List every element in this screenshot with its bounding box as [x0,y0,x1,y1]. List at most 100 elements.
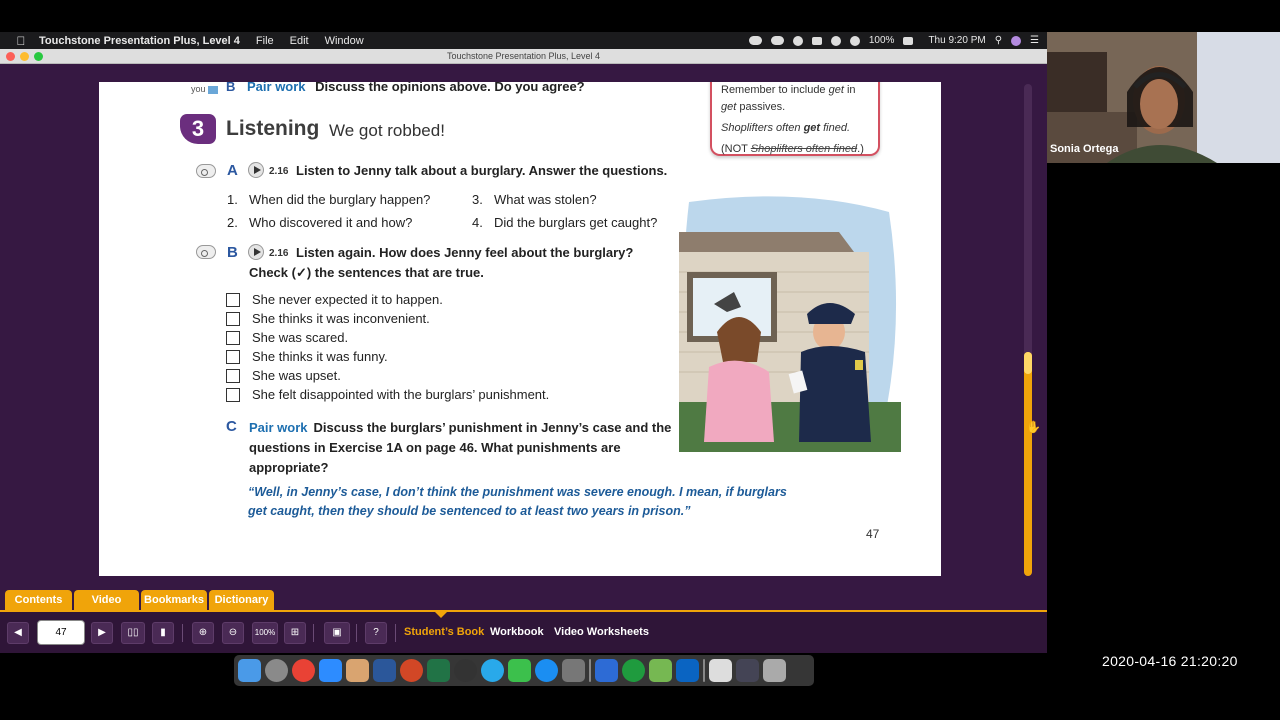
status-area: 100% Thu 9:20 PM ⚲ ☰ [748,32,1039,49]
skype-icon[interactable] [454,659,477,682]
launchpad-icon[interactable] [265,659,288,682]
screen:  Touchstone Presentation Plus, Level 4 … [0,0,1280,720]
cloud-icon[interactable] [748,36,762,45]
pair-work-label: Pair work [247,82,306,94]
question: 2. Who discovered it and how? [227,215,413,230]
recording-icon[interactable] [792,35,803,46]
tab-bookmarks[interactable]: Bookmarks [141,590,207,610]
window-controls [6,52,43,61]
bookmark-icon[interactable]: ▮ [152,622,174,644]
checkbox[interactable] [226,330,240,345]
separator [703,659,705,682]
notification-center-icon[interactable]: ☰ [1030,35,1039,46]
fit-page-icon[interactable]: ⊞ [284,622,306,644]
finder-icon[interactable] [238,659,261,682]
menu-file[interactable]: File [256,35,274,47]
next-page-button[interactable]: ▶ [91,622,113,644]
documents-icon[interactable] [709,659,732,682]
battery-icon[interactable] [903,36,914,45]
play-audio-icon[interactable] [248,162,264,178]
app-store-icon[interactable] [535,659,558,682]
page-number: 47 [866,527,880,541]
powerpoint-icon[interactable] [400,659,423,682]
checkbox-item[interactable]: She never expected it to happen. [226,292,443,307]
recording-timestamp: 2020-04-16 21:20:20 [1102,653,1238,669]
siri-icon[interactable] [1011,35,1022,46]
spotlight-icon[interactable]: ⚲ [995,35,1002,46]
two-page-view-icon[interactable]: ▯▯ [121,622,145,644]
minimize-window-icon[interactable] [20,52,29,61]
zoom-in-icon[interactable]: ⊕ [192,622,214,644]
page-number-input[interactable]: 47 [37,620,85,645]
menu-window[interactable]: Window [325,35,364,47]
tab-video[interactable]: Video [74,590,139,610]
zoom-level-button[interactable]: 100% [252,622,278,644]
scrollbar-handle[interactable] [1024,352,1032,374]
trash-icon[interactable] [763,659,786,682]
downloads-icon[interactable] [736,659,759,682]
prev-page-button[interactable]: ◀ [7,622,29,644]
checkbox[interactable] [226,292,240,307]
answer-key-icon[interactable] [196,164,216,178]
menu-edit[interactable]: Edit [290,35,309,47]
book-page: you B Pair work Discuss the opinions abo… [99,82,941,576]
example-quote: “Well, in Jenny’s case, I don’t think th… [248,485,787,518]
pair-work-b: B Pair work Discuss the opinions above. … [226,82,585,94]
creative-cloud-icon[interactable] [770,36,784,45]
checkbox[interactable] [226,311,240,326]
checkbox-item[interactable]: She was upset. [226,368,341,383]
apple-icon[interactable]:  [14,34,28,48]
zoom-window-icon[interactable] [34,52,43,61]
toolbox-icon[interactable]: ▣ [324,622,350,644]
checkbox[interactable] [226,387,240,402]
chrome-icon[interactable] [292,659,315,682]
time-machine-icon[interactable] [830,35,841,46]
menubar-clock[interactable]: Thu 9:20 PM [928,35,985,46]
help-icon[interactable]: ? [365,622,387,644]
system-preferences-icon[interactable] [562,659,585,682]
checkbox-item[interactable]: She was scared. [226,330,348,345]
battery-percent: 100% [868,35,895,46]
pencil-icon[interactable] [346,659,369,682]
scrollbar-thumb[interactable] [1024,352,1032,576]
book-workbook[interactable]: Workbook [490,626,544,638]
level-3-icon[interactable] [622,659,645,682]
display-icon[interactable] [811,36,822,45]
pair-work-text: Discuss the opinions above. Do you agree… [315,82,585,94]
word-icon[interactable] [373,659,396,682]
robot-icon[interactable] [649,659,672,682]
exercise-letter-c: C [226,418,237,435]
question: 4. Did the burglars get caught? [472,215,658,230]
outlook-icon[interactable] [676,659,699,682]
vertical-scrollbar[interactable] [1024,84,1032,576]
track-number: 2.16 [269,166,289,177]
close-window-icon[interactable] [6,52,15,61]
checkbox-item[interactable]: She thinks it was funny. [226,349,388,364]
window-titlebar: Touchstone Presentation Plus, Level 4 [0,49,1047,64]
wifi-icon[interactable] [849,35,860,46]
checkbox-item[interactable]: She felt disappointed with the burglars’… [226,387,549,402]
book-student[interactable]: Student’s Book [404,626,484,638]
checkbox[interactable] [226,349,240,364]
checkbox-item[interactable]: She thinks it was inconvenient. [226,311,430,326]
zoom-out-icon[interactable]: ⊖ [222,622,244,644]
tab-contents[interactable]: Contents [5,590,72,610]
touchstone-icon[interactable] [595,659,618,682]
play-audio-icon[interactable] [248,244,264,260]
panel-tabs: Contents Video Bookmarks Dictionary [0,590,1047,612]
checkbox[interactable] [226,368,240,383]
menu-bar:  Touchstone Presentation Plus, Level 4 … [0,32,1047,49]
book-video-worksheets[interactable]: Video Worksheets [554,626,649,638]
exercise-letter-b: B [227,244,238,261]
divider [395,624,396,642]
section-subtitle: We got robbed! [329,121,445,140]
tab-dictionary[interactable]: Dictionary [209,590,274,610]
app-menu[interactable]: Touchstone Presentation Plus, Level 4 [39,35,240,47]
answer-key-icon[interactable] [196,245,216,259]
messages-icon[interactable] [481,659,504,682]
excel-icon[interactable] [427,659,450,682]
active-book-indicator [435,612,447,618]
facetime-icon[interactable] [508,659,531,682]
exercise-c-text: Pair work Discuss the burglars’ punishmen… [249,418,689,478]
zoom-icon[interactable] [319,659,342,682]
